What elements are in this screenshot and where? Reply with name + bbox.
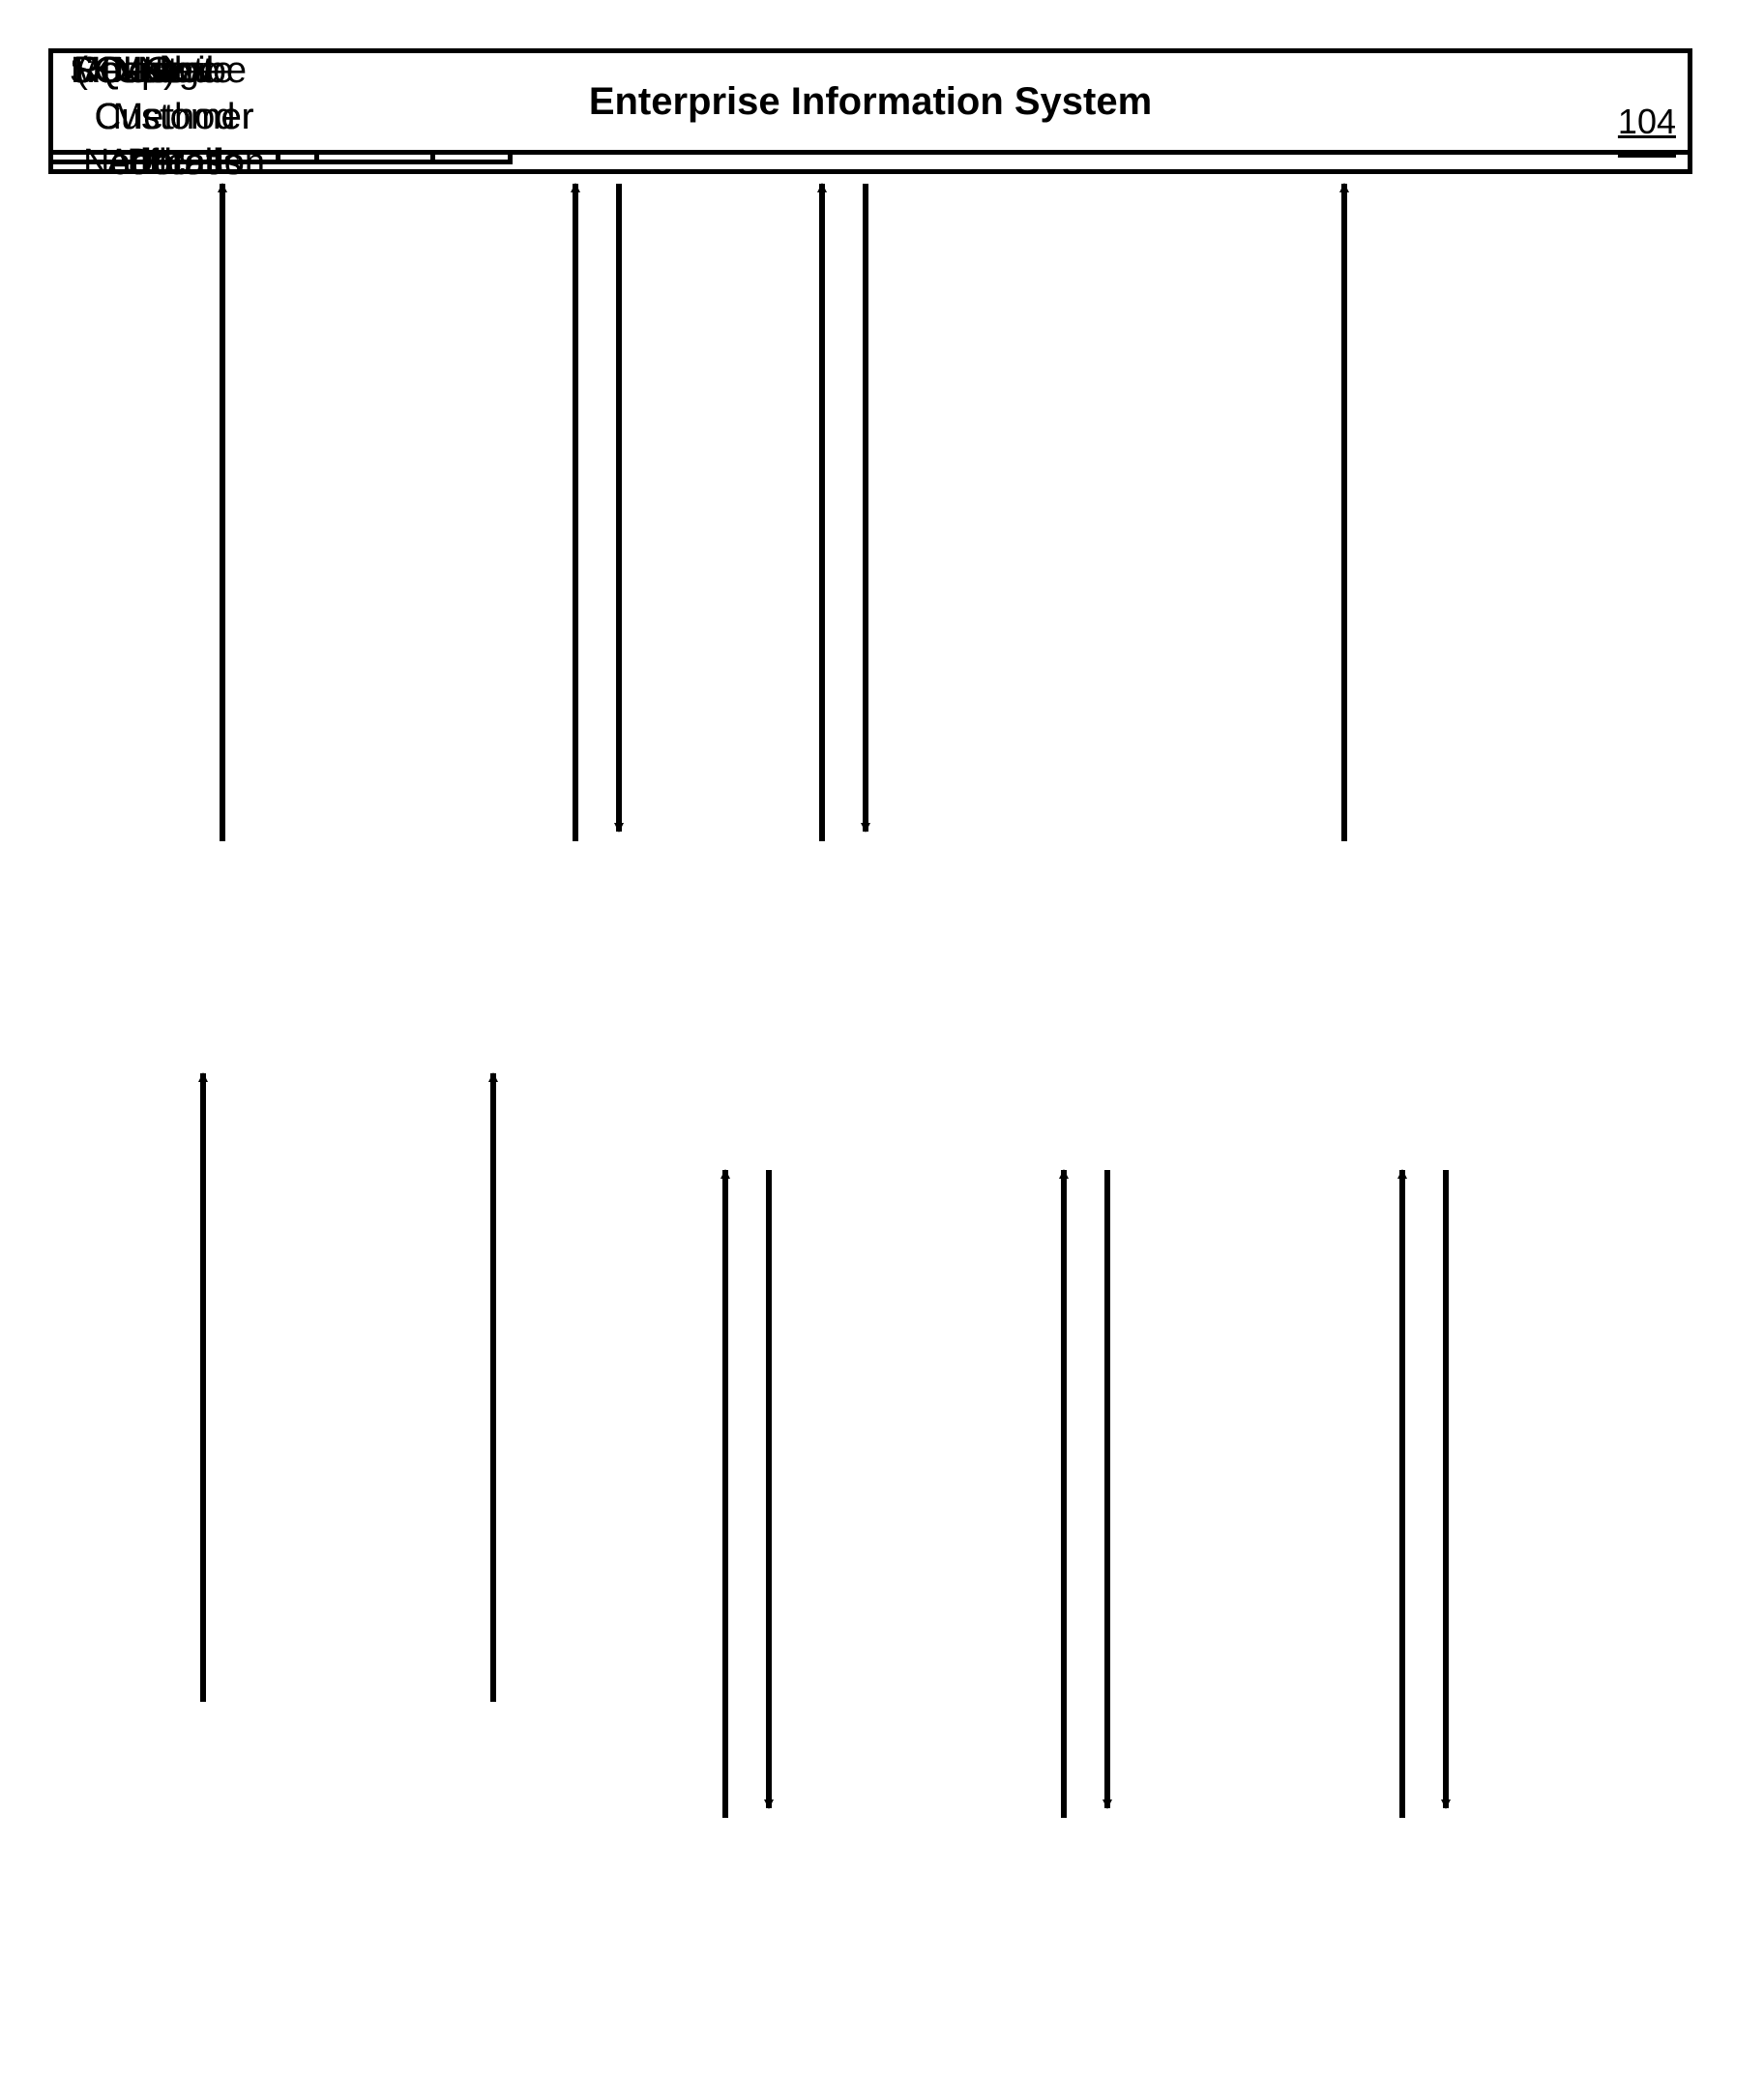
architecture-diagram: Client Application 100 Publish Event Pro… (48, 48, 1692, 2031)
box-eis-label: Enterprise Information System (589, 80, 1152, 124)
box-eis-ref: 104 (1618, 102, 1676, 142)
label-result-3: Result (48, 48, 203, 95)
arrows-svg (48, 48, 1692, 2031)
